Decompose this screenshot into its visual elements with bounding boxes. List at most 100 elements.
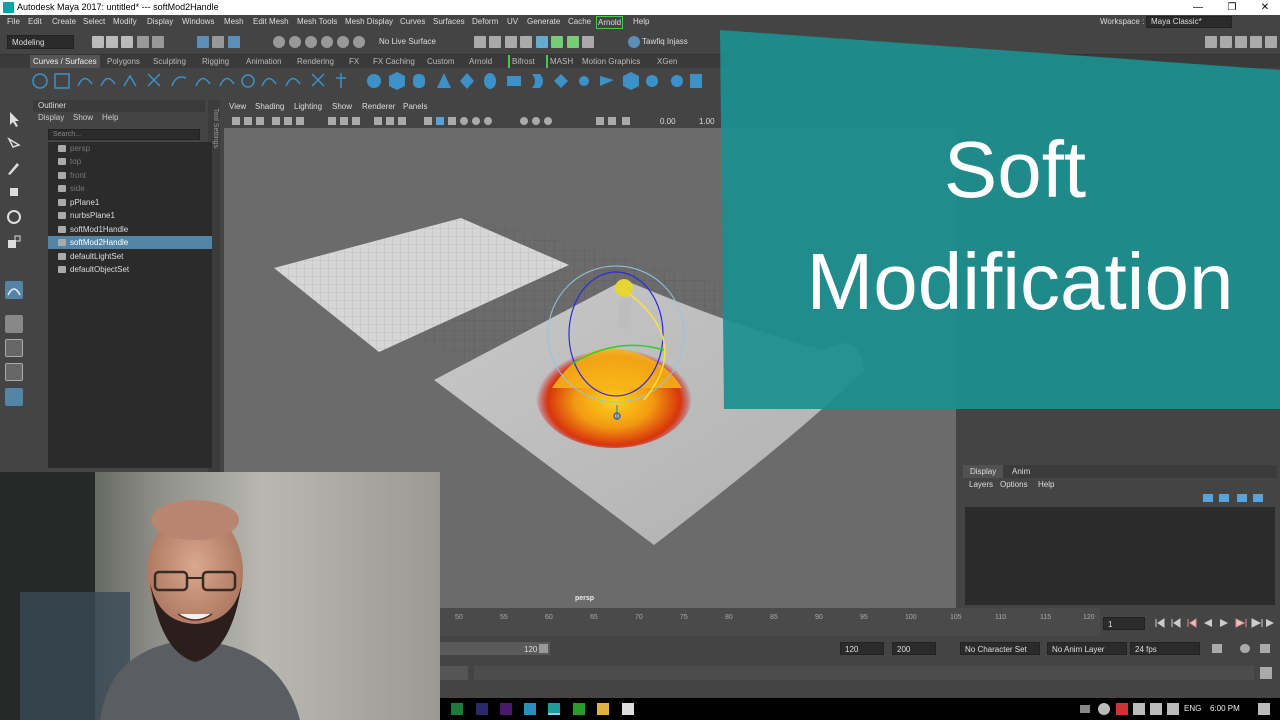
menu-curves[interactable]: Curves xyxy=(400,15,425,29)
menu-select[interactable]: Select xyxy=(83,15,105,29)
max-time-field[interactable]: 200 xyxy=(892,642,936,655)
move-layer-down-icon[interactable] xyxy=(1219,494,1229,502)
shelf-tab-mash[interactable]: MASH xyxy=(546,55,573,68)
outliner-item-softmod1handle[interactable]: softMod1Handle xyxy=(48,223,212,236)
shelf-tab-polygons[interactable]: Polygons xyxy=(107,55,140,68)
undo-icon[interactable] xyxy=(137,36,149,48)
hypershade-icon[interactable] xyxy=(551,36,563,48)
lasso-tool-icon[interactable] xyxy=(5,135,23,153)
volume-icon[interactable] xyxy=(1133,703,1145,715)
snap-view-icon[interactable] xyxy=(353,36,365,48)
menu-edit[interactable]: Edit xyxy=(28,15,42,29)
outliner-menu-display[interactable]: Display xyxy=(38,113,64,122)
move-layer-up-icon[interactable] xyxy=(1203,494,1213,502)
command-line[interactable] xyxy=(440,662,1280,684)
menu-mesh[interactable]: Mesh xyxy=(224,15,244,29)
vp-menu-view[interactable]: View xyxy=(229,100,246,114)
layer-menu-layers[interactable]: Layers xyxy=(969,480,993,489)
vp-field-near[interactable]: 0.00 xyxy=(660,117,676,126)
shelf-tab-custom[interactable]: Custom xyxy=(427,55,455,68)
history-icon[interactable] xyxy=(474,36,486,48)
outliner-item-side[interactable]: side xyxy=(48,182,212,195)
command-input[interactable] xyxy=(474,666,1254,680)
outliner-search-input[interactable]: Search... xyxy=(48,129,200,140)
workspace-dropdown[interactable]: Maya Classic* xyxy=(1146,16,1232,28)
layer-list[interactable] xyxy=(965,507,1275,605)
menu-set-dropdown[interactable]: Modeling xyxy=(7,35,74,49)
paint-select-tool-icon[interactable] xyxy=(5,159,23,177)
file-explorer-icon[interactable] xyxy=(597,703,609,715)
persp-graph-view-icon[interactable] xyxy=(5,388,23,406)
snap-curve-icon[interactable] xyxy=(289,36,301,48)
excel-icon[interactable] xyxy=(451,703,463,715)
menu-mesh-display[interactable]: Mesh Display xyxy=(345,15,393,29)
outliner-item-nurbsplane1[interactable]: nurbsPlane1 xyxy=(48,209,212,222)
open-scene-icon[interactable] xyxy=(106,36,118,48)
clock[interactable]: 6:00 PM xyxy=(1210,704,1240,713)
shelf-tab-rendering[interactable]: Rendering xyxy=(297,55,334,68)
shelf-tab-animation[interactable]: Animation xyxy=(246,55,282,68)
shelf-tab-xgen[interactable]: XGen xyxy=(657,55,677,68)
redo-icon[interactable] xyxy=(152,36,164,48)
vp-field-gamma[interactable]: 1.00 xyxy=(699,117,715,126)
save-scene-icon[interactable] xyxy=(121,36,133,48)
new-empty-layer-icon[interactable] xyxy=(1237,494,1247,502)
script-editor-icon[interactable] xyxy=(1260,667,1272,679)
shelf-tab-fx[interactable]: FX xyxy=(349,55,359,68)
notifications-icon[interactable] xyxy=(1258,703,1270,715)
outliner-item-softmod2handle[interactable]: softMod2Handle xyxy=(48,236,212,249)
new-scene-icon[interactable] xyxy=(92,36,104,48)
close-button[interactable]: ✕ xyxy=(1250,0,1280,15)
shelf-tab-sculpting[interactable]: Sculpting xyxy=(153,55,186,68)
snap-point-icon[interactable] xyxy=(305,36,317,48)
layer-tab-anim[interactable]: Anim xyxy=(1005,465,1037,478)
four-view-icon[interactable] xyxy=(5,339,23,357)
premiere-icon[interactable] xyxy=(500,703,512,715)
shelf-tab-fx-caching[interactable]: FX Caching xyxy=(373,55,415,68)
pen-icon[interactable] xyxy=(1167,703,1179,715)
menu-surfaces[interactable]: Surfaces xyxy=(433,15,465,29)
time-slider-track[interactable] xyxy=(440,608,1100,636)
language-indicator[interactable]: ENG xyxy=(1184,704,1201,713)
shelf-tab-rigging[interactable]: Rigging xyxy=(202,55,229,68)
range-handle[interactable] xyxy=(539,644,548,653)
menu-file[interactable]: File xyxy=(7,15,20,29)
mel-python-toggle[interactable] xyxy=(440,666,468,680)
menu-modify[interactable]: Modify xyxy=(113,15,137,29)
arnold-render-view-icon[interactable] xyxy=(567,36,579,48)
menu-edit-mesh[interactable]: Edit Mesh xyxy=(253,15,289,29)
minimize-button[interactable]: — xyxy=(1183,0,1213,15)
vp-menu-renderer[interactable]: Renderer xyxy=(362,100,395,114)
outliner-item-defaultlightset[interactable]: defaultLightSet xyxy=(48,250,212,263)
ipr-render-icon[interactable] xyxy=(520,36,532,48)
outliner-menu-show[interactable]: Show xyxy=(73,113,93,122)
outliner-menu-help[interactable]: Help xyxy=(102,113,118,122)
network-icon[interactable] xyxy=(1150,703,1162,715)
cloud-icon[interactable] xyxy=(1098,703,1110,715)
single-perspective-view-icon[interactable] xyxy=(5,315,23,333)
select-component-icon[interactable] xyxy=(228,36,240,48)
layer-menu-options[interactable]: Options xyxy=(1000,480,1028,489)
menu-arnold[interactable]: Arnold xyxy=(596,16,624,29)
soft-mod-tool-icon[interactable] xyxy=(5,281,23,299)
maximize-button[interactable]: ❐ xyxy=(1217,0,1247,15)
vp-menu-lighting[interactable]: Lighting xyxy=(294,100,322,114)
menu-mesh-tools[interactable]: Mesh Tools xyxy=(297,15,337,29)
camtasia-icon[interactable] xyxy=(573,703,585,715)
layer-menu-help[interactable]: Help xyxy=(1038,480,1054,489)
snap-surface-icon[interactable] xyxy=(337,36,349,48)
outliner-item-front[interactable]: front xyxy=(48,169,212,182)
layer-tab-display[interactable]: Display xyxy=(963,465,1004,478)
menu-generate[interactable]: Generate xyxy=(527,15,560,29)
maya-taskbar-icon[interactable] xyxy=(548,703,560,715)
rotate-tool-icon[interactable] xyxy=(5,208,23,226)
shelf-tab-bifrost[interactable]: Bifrost xyxy=(508,55,535,68)
menu-windows[interactable]: Windows xyxy=(182,15,214,29)
new-layer-selected-icon[interactable] xyxy=(1253,494,1263,502)
outliner-item-top[interactable]: top xyxy=(48,155,212,168)
live-surface-field[interactable]: No Live Surface xyxy=(379,37,436,46)
outliner-item-pplane1[interactable]: pPlane1 xyxy=(48,196,212,209)
outliner-item-defaultobjectset[interactable]: defaultObjectSet xyxy=(48,263,212,276)
select-object-icon[interactable] xyxy=(212,36,224,48)
viewport-toolbar-icons[interactable] xyxy=(224,114,644,128)
